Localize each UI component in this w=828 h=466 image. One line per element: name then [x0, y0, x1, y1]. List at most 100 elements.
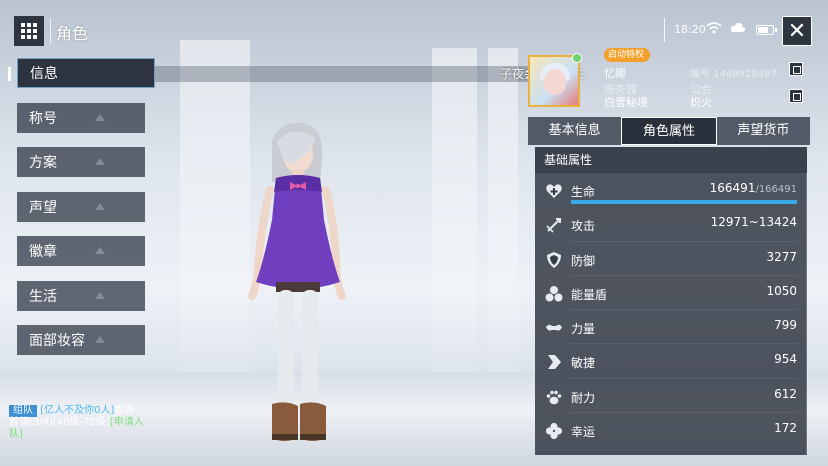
- stat-value: 1050: [766, 283, 797, 298]
- tab-basic-info[interactable]: 基本信息: [528, 117, 622, 145]
- sidebar-item-life[interactable]: 生活: [17, 280, 145, 311]
- guild-value: 炽火: [690, 96, 712, 109]
- sidebar-item-reputation[interactable]: 声望: [17, 191, 145, 222]
- close-button[interactable]: ✕: [782, 16, 812, 46]
- stat-row-luck: 幸运 172: [535, 413, 807, 447]
- chat-message: 首领(3/4)[40级-72级]: [9, 417, 110, 428]
- paw-icon: [546, 390, 562, 405]
- chat-apply-link[interactable]: [申请入: [110, 417, 144, 428]
- player-id: 编号 1449928497: [690, 65, 777, 80]
- copy-guild-button[interactable]: [789, 89, 803, 103]
- triangle-icon: [95, 113, 105, 121]
- stat-value: 799: [774, 318, 797, 333]
- sidebar-item-label: 信息: [30, 66, 58, 82]
- hp-bar: [571, 200, 797, 204]
- stat-value: 954: [774, 352, 797, 367]
- chat-line: 队]: [9, 429, 219, 441]
- stat-label: 防御: [571, 253, 596, 268]
- sidebar-item-title[interactable]: 称号: [17, 102, 145, 133]
- stat-value: 612: [774, 386, 797, 401]
- online-status-dot: [572, 53, 582, 63]
- stat-value: 166491/166491: [710, 181, 797, 195]
- sidebar-item-plan[interactable]: 方案: [17, 147, 145, 177]
- stat-row-hp: 生命 166491/166491: [535, 173, 807, 207]
- main-menu-button[interactable]: [14, 16, 44, 46]
- wifi-icon: [706, 22, 722, 34]
- strength-icon: [546, 324, 562, 331]
- player-id-value: 1449928497: [713, 69, 777, 80]
- title-divider: [50, 18, 51, 44]
- stat-row-attack: 攻击 12971~13424: [535, 207, 807, 242]
- triangle-icon: [95, 158, 105, 165]
- cloud-icon: [730, 22, 746, 32]
- battery-icon: [756, 25, 777, 35]
- stats-section-title: 基础属性: [535, 147, 807, 173]
- player-name: 忆卿: [604, 67, 626, 80]
- background-pillar: [432, 48, 477, 378]
- privilege-label: 启动特权: [608, 50, 645, 60]
- sidebar-item-info[interactable]: 信息: [8, 58, 155, 88]
- chat-channel-tag: 组队: [9, 405, 37, 417]
- hp-max: /166491: [755, 184, 797, 195]
- stats-panel[interactable]: 基础属性 生命 166491/166491 攻击 12971~13424 防御 …: [535, 147, 807, 455]
- sidebar-item-label: 声望: [29, 199, 57, 216]
- hp-bar-fill: [571, 200, 797, 204]
- server-value: 白雪秘境: [604, 96, 648, 109]
- tab-reputation-currency[interactable]: 声望货币: [716, 117, 810, 145]
- sidebar-nav: 信息 称号 方案 声望 徽章 生活 面部妆容: [8, 58, 155, 370]
- background-band: [150, 66, 550, 82]
- privilege-badge[interactable]: 启动特权: [604, 48, 651, 62]
- status-divider: [664, 18, 665, 42]
- stat-row-strength: 力量 799: [535, 310, 807, 345]
- sidebar-item-makeup[interactable]: 面部妆容: [17, 325, 145, 355]
- sidebar-item-label: 面部妆容: [29, 333, 85, 349]
- chat-preview[interactable]: 组队 [亿人不及你0人]世界 首领(3/4)[40级-72级][申请入 队]: [9, 405, 219, 441]
- stat-row-agility: 敏捷 954: [535, 344, 807, 379]
- shield-icon: [547, 251, 561, 268]
- chat-world-tag: 世界: [114, 405, 135, 416]
- stat-value: 12971~13424: [710, 215, 797, 230]
- chat-sender: [亿人不及你0人]: [40, 405, 115, 416]
- grid-menu-icon: [21, 23, 37, 39]
- triangle-icon: [95, 202, 105, 210]
- stat-label: 幸运: [571, 425, 596, 440]
- sidebar-item-badge[interactable]: 徽章: [17, 236, 145, 266]
- triangle-icon: [95, 336, 105, 343]
- page-title: 角色: [56, 24, 89, 43]
- sidebar-item-label: 生活: [29, 288, 57, 305]
- character-model[interactable]: [232, 120, 362, 455]
- sidebar-item-label: 方案: [29, 155, 57, 171]
- tab-attributes[interactable]: 角色属性: [621, 117, 717, 145]
- chat-line: 组队 [亿人不及你0人]世界: [9, 405, 219, 417]
- stat-label: 敏捷: [571, 356, 596, 371]
- tab-bar: 基本信息 角色属性 声望货币: [528, 117, 810, 145]
- player-card: 子夜会精英损失 启动特权 忆卿 编号 1449928497 服务器 白雪秘境 公…: [500, 48, 810, 115]
- stat-label: 生命: [571, 185, 596, 199]
- player-id-label: 编号: [690, 69, 710, 80]
- hp-current: 166491: [709, 181, 756, 195]
- agility-icon: [548, 355, 561, 370]
- avatar[interactable]: [528, 53, 582, 107]
- stat-value: 172: [774, 421, 797, 436]
- stat-label: 攻击: [571, 219, 596, 234]
- clock: 18:20: [674, 23, 706, 36]
- stat-row-endurance: 耐力 612: [535, 379, 807, 414]
- energy-shield-icon: [545, 285, 563, 302]
- stats-scrollbar[interactable]: [806, 173, 808, 454]
- chat-line: 首领(3/4)[40级-72级][申请入: [9, 417, 219, 429]
- stat-label: 耐力: [571, 390, 596, 405]
- stat-label: 力量: [571, 322, 596, 337]
- clover-icon: [545, 422, 563, 440]
- sword-icon: [546, 218, 561, 233]
- avatar-face: [544, 69, 566, 95]
- stat-label: 能量盾: [571, 287, 608, 302]
- stat-row-energy-shield: 能量盾 1050: [535, 276, 807, 311]
- sidebar-item-label: 徽章: [29, 244, 57, 260]
- sidebar-item-label: 称号: [29, 110, 57, 127]
- copy-id-button[interactable]: [789, 62, 803, 76]
- stat-row-defense: 防御 3277: [535, 242, 807, 276]
- triangle-icon: [95, 247, 105, 254]
- heart-plus-icon: [546, 184, 562, 198]
- triangle-icon: [95, 291, 105, 299]
- chat-apply-link-end[interactable]: 队]: [9, 429, 23, 440]
